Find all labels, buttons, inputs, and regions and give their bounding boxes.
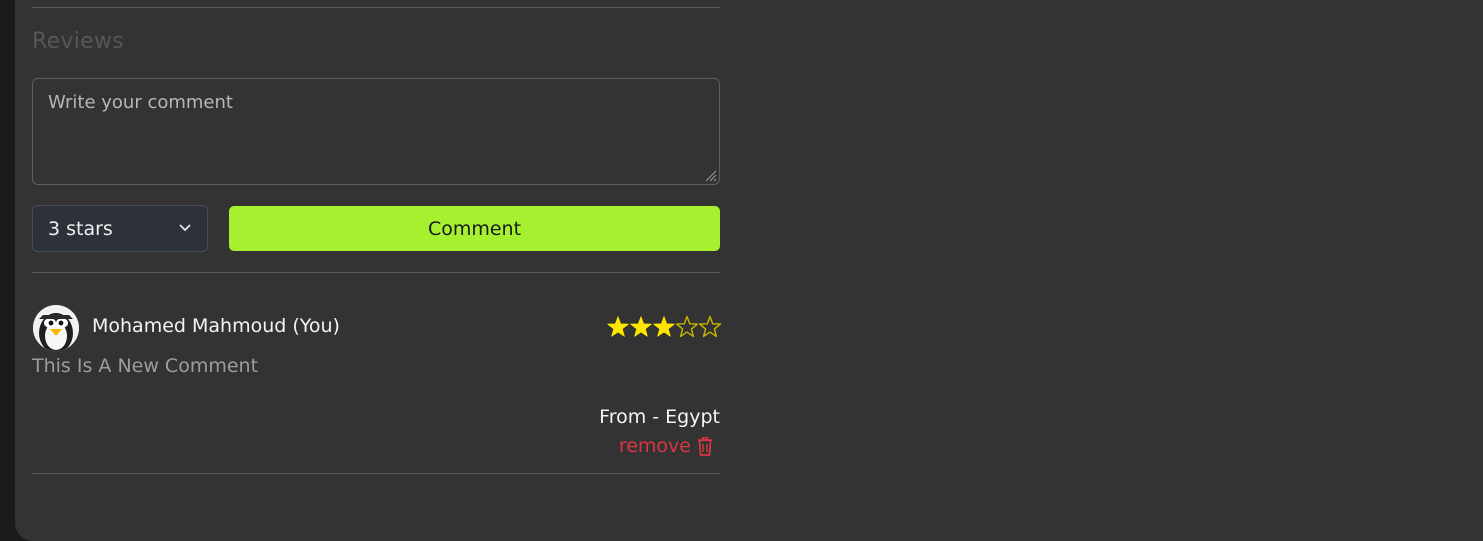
trash-icon [698, 436, 712, 456]
review-text: This Is A New Comment [32, 355, 259, 377]
resize-grip-icon[interactable] [703, 168, 717, 182]
comment-placeholder: Write your comment [48, 92, 233, 113]
penguin-avatar-icon [33, 305, 79, 351]
star-rating [607, 315, 721, 338]
comment-textarea[interactable]: Write your comment [32, 78, 720, 185]
divider [32, 473, 720, 474]
review-location: From - Egypt [599, 406, 720, 428]
star-filled-icon [607, 316, 629, 337]
star-filled-icon [630, 316, 652, 337]
remove-review-button[interactable]: remove [619, 435, 713, 457]
star-filled-icon [653, 316, 675, 337]
remove-label: remove [618, 435, 691, 457]
divider [32, 272, 720, 273]
comment-button[interactable]: Comment [229, 206, 720, 251]
section-title: Reviews [32, 29, 125, 54]
star-empty-icon [675, 315, 699, 338]
chevron-down-icon [179, 224, 191, 232]
review-author: Mohamed Mahmoud (You) [92, 315, 340, 337]
rating-select[interactable]: 3 stars [32, 205, 208, 252]
star-empty-icon [698, 315, 721, 338]
rating-select-value: 3 stars [48, 218, 113, 240]
divider [32, 7, 720, 8]
content-panel: Reviews Write your comment 3 stars Comme… [15, 0, 1483, 541]
